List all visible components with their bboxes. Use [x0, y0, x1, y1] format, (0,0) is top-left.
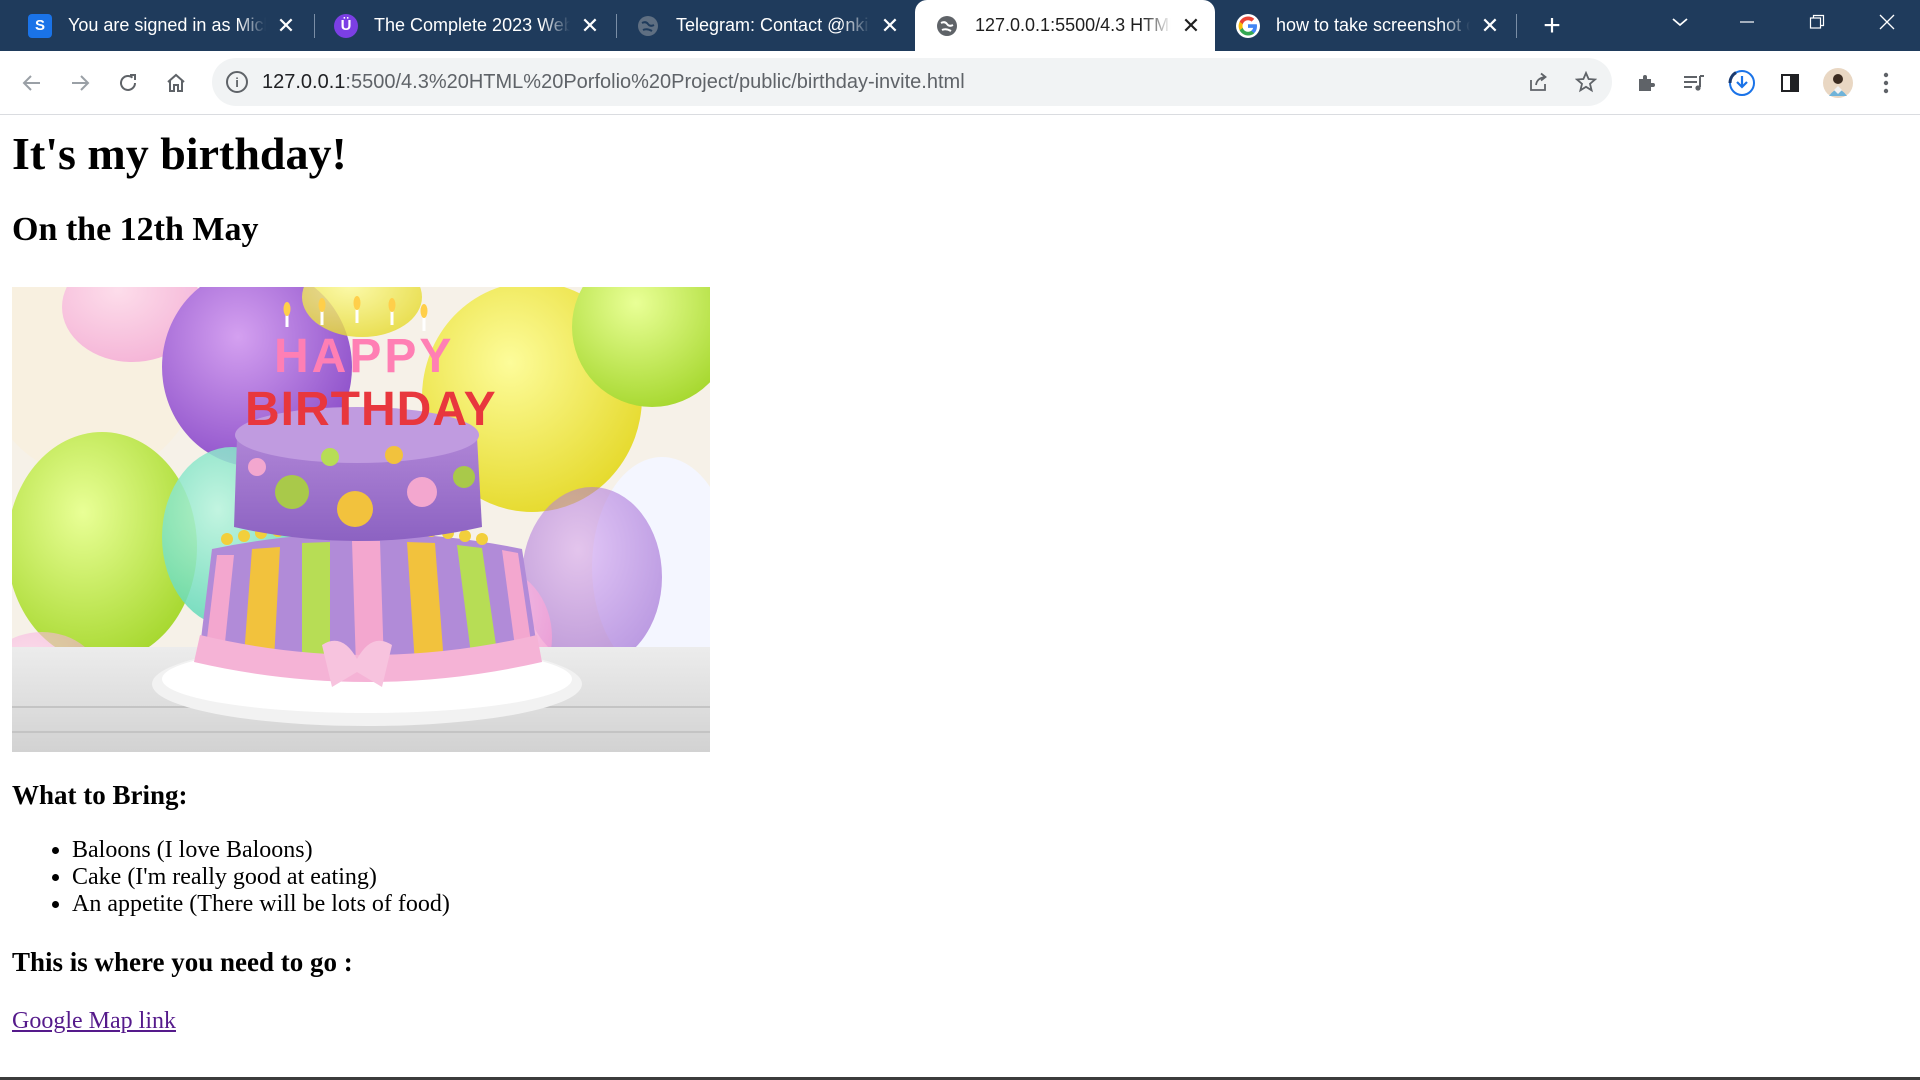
close-icon[interactable]: ✕ [576, 12, 604, 40]
site-info-icon[interactable]: i [226, 71, 248, 93]
udemy-icon: Ü [334, 13, 358, 38]
avatar[interactable] [1818, 63, 1858, 103]
bookmark-star-icon[interactable] [1566, 62, 1606, 102]
bring-heading: What to Bring: [12, 780, 188, 810]
bring-list: Baloons (I love Baloons) Cake (I'm reall… [12, 837, 450, 918]
download-icon[interactable] [1722, 63, 1762, 103]
tab-title: Telegram: Contact @nkiric [676, 15, 870, 35]
candle-text-birthday: BIRTHDAY [245, 383, 497, 436]
url-host: 127.0.0.1 [262, 70, 346, 93]
forward-arrow-icon[interactable] [60, 63, 100, 103]
cake-illustration: HAPPY BIRTHDAY [12, 287, 710, 752]
list-item: Baloons (I love Baloons) [72, 837, 450, 864]
tab-google-search[interactable]: how to take screenshot on ✕ [1216, 0, 1514, 51]
tab-title: how to take screenshot on [1276, 15, 1470, 35]
address-bar[interactable]: i 127.0.0.1:5500/4.3%20HTML%20Porfolio%2… [212, 58, 1612, 106]
restore-icon[interactable] [1782, 0, 1852, 44]
reload-icon[interactable] [108, 63, 148, 103]
back-arrow-icon[interactable] [12, 63, 52, 103]
page-title: It's my birthday! [12, 128, 347, 179]
close-icon[interactable]: ✕ [876, 12, 904, 40]
tab-title-fade [542, 10, 570, 40]
list-item: Cake (I'm really good at eating) [72, 864, 450, 891]
birthday-cake-image: HAPPY BIRTHDAY [12, 287, 710, 752]
media-queue-icon[interactable] [1674, 63, 1714, 103]
tab-web-course[interactable]: Ü The Complete 2023 Web D ✕ [314, 0, 614, 51]
globe-icon [636, 14, 660, 38]
close-icon[interactable]: ✕ [272, 12, 300, 40]
tab-title: You are signed in as Micha [68, 15, 266, 35]
close-icon[interactable]: ✕ [1476, 12, 1504, 40]
google-icon [1236, 13, 1260, 38]
candle-text-happy: HAPPY [274, 330, 454, 383]
url-text[interactable]: 127.0.0.1:5500/4.3%20HTML%20Porfolio%20P… [262, 71, 965, 94]
page-content: It's my birthday! On the 12th May HAPPY … [0, 115, 1920, 1080]
url-path: :5500/4.3%20HTML%20Porfolio%20Project/pu… [345, 70, 965, 93]
tab-title-fade [842, 10, 870, 40]
letter-s-icon: S [28, 13, 52, 38]
tab-title: 127.0.0.1:5500/4.3 HTML P [975, 15, 1171, 35]
browser-toolbar: i 127.0.0.1:5500/4.3%20HTML%20Porfolio%2… [0, 51, 1920, 115]
side-panel-icon[interactable] [1770, 63, 1810, 103]
tab-strip: S You are signed in as Micha ✕ Ü The Com… [0, 0, 1920, 51]
window-close-icon[interactable] [1852, 0, 1920, 44]
tab-search-chevron-icon[interactable] [1645, 0, 1715, 44]
extensions-puzzle-icon[interactable] [1626, 63, 1666, 103]
directions-heading: This is where you need to go : [12, 947, 353, 977]
tab-title-fade [238, 10, 266, 40]
tab-signed-in[interactable]: S You are signed in as Micha ✕ [8, 0, 310, 51]
close-icon[interactable]: ✕ [1177, 12, 1205, 40]
google-map-link[interactable]: Google Map link [12, 1008, 176, 1035]
share-icon[interactable] [1518, 62, 1558, 102]
minimize-icon[interactable] [1712, 0, 1782, 44]
menu-kebab-icon[interactable] [1866, 63, 1906, 103]
date-heading: On the 12th May [12, 211, 259, 248]
tab-title-fade [1143, 10, 1171, 40]
tab-title: The Complete 2023 Web D [374, 15, 570, 35]
tab-telegram[interactable]: Telegram: Contact @nkiric ✕ [616, 0, 914, 51]
list-item: An appetite (There will be lots of food) [72, 891, 450, 918]
tab-birthday-invite[interactable]: 127.0.0.1:5500/4.3 HTML P ✕ [915, 0, 1215, 51]
tab-title-fade [1442, 10, 1470, 40]
home-icon[interactable] [156, 63, 196, 103]
new-tab-button[interactable]: + [1534, 8, 1570, 44]
globe-icon [935, 14, 959, 38]
tab-separator [1516, 14, 1517, 38]
